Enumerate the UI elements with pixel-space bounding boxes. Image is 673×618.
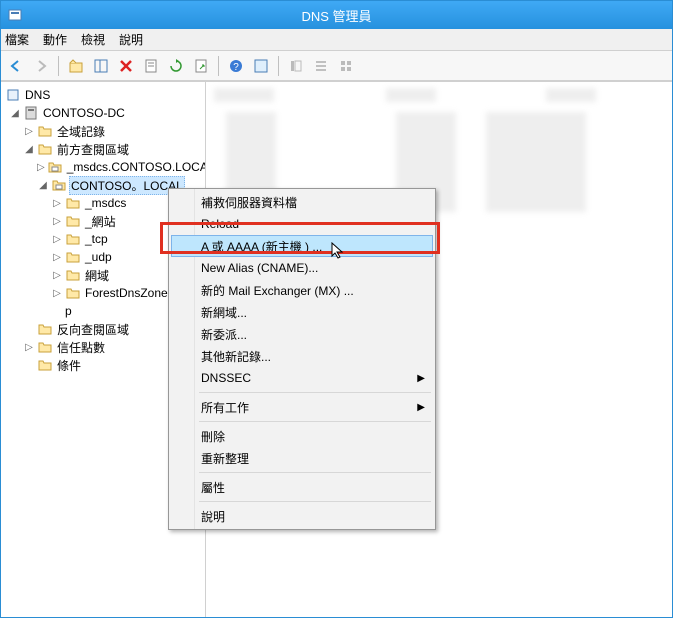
titlebar: DNS 管理員 (1, 1, 672, 29)
menu-divider (199, 501, 431, 502)
zone-icon (51, 177, 67, 193)
folder-icon (37, 357, 53, 373)
collapse-icon[interactable]: ◢ (37, 180, 49, 191)
folder-icon (37, 123, 53, 139)
expand-icon[interactable]: ▷ (37, 162, 45, 173)
folder-icon (65, 231, 81, 247)
context-menu-item[interactable]: A 或 AAAA (新主機 ) ... (171, 235, 433, 257)
svg-text:?: ? (233, 62, 239, 73)
filter-button[interactable] (250, 55, 272, 77)
forward-button[interactable] (30, 55, 52, 77)
menu-action[interactable]: 動作 (43, 31, 67, 48)
menu-divider (199, 421, 431, 422)
context-menu-item[interactable]: DNSSEC▶ (171, 367, 433, 389)
show-hide-button[interactable] (90, 55, 112, 77)
context-menu-item[interactable]: New Alias (CNAME)... (171, 257, 433, 279)
app-icon (7, 7, 23, 23)
tree-global-logs[interactable]: ▷ 全域記錄 (1, 122, 205, 140)
folder-icon (65, 195, 81, 211)
submenu-arrow-icon: ▶ (417, 402, 425, 413)
tree-root-dns[interactable]: DNS (1, 86, 205, 104)
server-icon (23, 105, 39, 121)
menu-divider (199, 472, 431, 473)
toolbar: ? (1, 51, 672, 81)
context-menu-item[interactable]: 新網域... (171, 301, 433, 323)
menu-divider (199, 392, 431, 393)
folder-icon (37, 141, 53, 157)
context-menu-item[interactable]: 說明 (171, 505, 433, 527)
folder-icon (37, 339, 53, 355)
window-title: DNS 管理員 (301, 6, 371, 25)
context-menu-item[interactable]: 其他新記錄... (171, 345, 433, 367)
folder-icon (65, 213, 81, 229)
menu-help[interactable]: 說明 (119, 31, 143, 48)
folder-icon (65, 249, 81, 265)
collapse-icon[interactable]: ◢ (9, 108, 21, 119)
properties-button[interactable] (140, 55, 162, 77)
zone-icon (47, 159, 63, 175)
refresh-button[interactable] (165, 55, 187, 77)
submenu-arrow-icon: ▶ (417, 373, 425, 384)
context-menu-item[interactable]: 重新整理 (171, 447, 433, 469)
tree-forward-lookup[interactable]: ◢ 前方查閱區域 (1, 140, 205, 158)
folder-icon (37, 321, 53, 337)
list3-button[interactable] (335, 55, 357, 77)
menu-file[interactable]: 檔案 (5, 31, 29, 48)
expand-icon[interactable]: ▷ (23, 126, 35, 137)
context-menu-item[interactable]: 補救伺服器資料檔 (171, 191, 433, 213)
context-menu: 補救伺服器資料檔ReloadA 或 AAAA (新主機 ) ...New Ali… (168, 188, 436, 530)
delete-button[interactable] (115, 55, 137, 77)
tree-server[interactable]: ◢ CONTOSO-DC (1, 104, 205, 122)
list1-button[interactable] (285, 55, 307, 77)
context-menu-item[interactable]: 刪除 (171, 425, 433, 447)
export-button[interactable] (190, 55, 212, 77)
context-menu-item[interactable]: 屬性 (171, 476, 433, 498)
folder-icon (65, 267, 81, 283)
context-menu-item[interactable]: Reload (171, 213, 433, 235)
folder-icon (65, 285, 81, 301)
collapse-icon[interactable]: ◢ (23, 144, 35, 155)
list2-button[interactable] (310, 55, 332, 77)
context-menu-item[interactable]: 所有工作▶ (171, 396, 433, 418)
context-menu-item[interactable]: 新委派... (171, 323, 433, 345)
menu-view[interactable]: 檢視 (81, 31, 105, 48)
up-button[interactable] (65, 55, 87, 77)
context-menu-item[interactable]: 新的 Mail Exchanger (MX) ... (171, 279, 433, 301)
back-button[interactable] (5, 55, 27, 77)
dns-icon (5, 87, 21, 103)
help-button[interactable]: ? (225, 55, 247, 77)
menubar: 檔案 動作 檢視 說明 (1, 29, 672, 51)
tree-zone-msdcs[interactable]: ▷ _msdcs.CONTOSO.LOCAL (1, 158, 205, 176)
